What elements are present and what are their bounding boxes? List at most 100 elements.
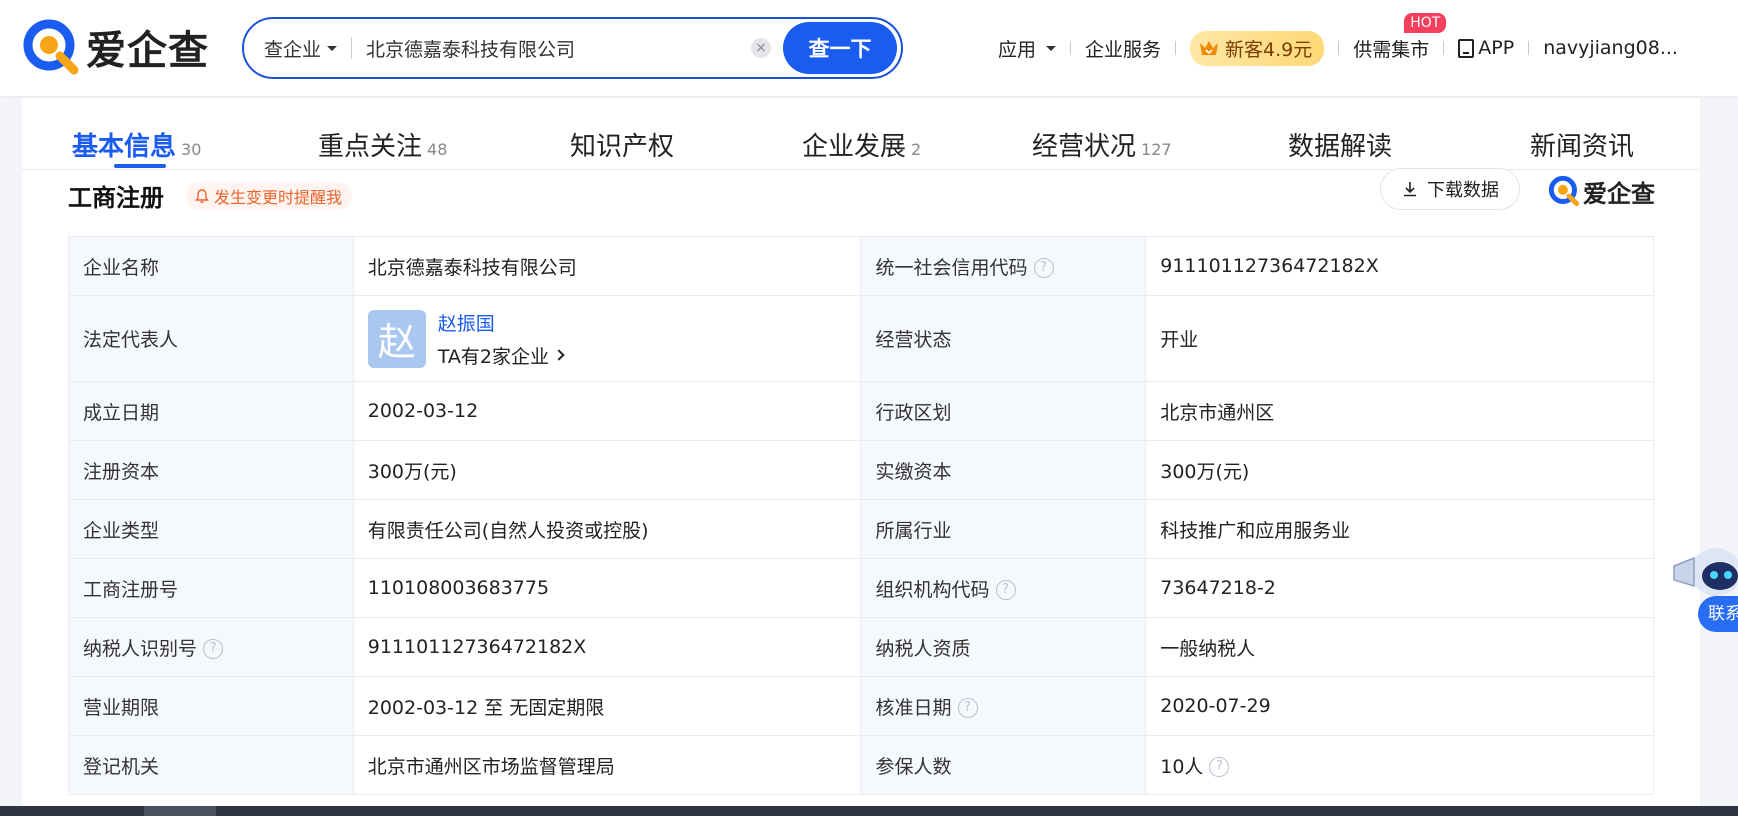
contact-button[interactable]: 联系 <box>1698 596 1738 632</box>
bell-icon <box>195 189 209 203</box>
section-title: 工商注册 <box>68 184 164 212</box>
nav-promo-badge[interactable]: 新客4.9元 <box>1190 30 1325 66</box>
tab-data-insights[interactable]: 数据解读 <box>1288 126 1392 163</box>
table-row: 纳税人识别号? 91110112736472182X 纳税人资质 一般纳税人 <box>68 617 1654 677</box>
field-label-text: 统一社会信用代码 <box>875 256 1028 279</box>
field-value: 91110112736472182X <box>352 617 862 677</box>
nav-apps[interactable]: 应用 <box>998 35 1057 62</box>
field-value: 10人? <box>1145 735 1654 795</box>
legal-rep-companies-link[interactable]: TA有2家企业 <box>437 342 565 369</box>
avatar[interactable]: 赵 <box>367 309 426 368</box>
field-label-text: 纳税人识别号 <box>83 637 198 660</box>
market-label: 供需集市 <box>1353 38 1430 61</box>
tab-label: 重点关注 <box>318 132 423 162</box>
tab-label: 企业发展 <box>802 132 907 162</box>
hot-badge: HOT <box>1404 12 1447 33</box>
download-data-button[interactable]: 下载数据 <box>1380 168 1520 210</box>
help-icon[interactable]: ? <box>995 580 1016 600</box>
table-row: 成立日期 2002-03-12 行政区划 北京市通州区 <box>68 381 1654 441</box>
company-card: 基本信息 30 重点关注 48 知识产权 企业发展 2 经营状况 127 数据解读 新闻… <box>22 98 1700 816</box>
field-label: 统一社会信用代码? <box>860 236 1147 296</box>
remind-label: 发生变更时提醒我 <box>214 188 343 207</box>
field-value: 73647218-2 <box>1145 558 1654 618</box>
caret-down-icon <box>1046 45 1057 51</box>
tab-news[interactable]: 新闻资讯 <box>1530 126 1634 163</box>
scrollbar-thumb[interactable] <box>144 806 216 816</box>
field-value: 有限责任公司(自然人投资或控股) <box>352 499 862 559</box>
field-label: 企业类型 <box>68 499 354 559</box>
tab-count: 30 <box>181 140 202 159</box>
field-label: 工商注册号 <box>68 558 354 618</box>
help-icon[interactable]: ? <box>957 698 978 718</box>
nav-divider <box>1528 41 1530 55</box>
tab-label: 知识产权 <box>570 132 675 162</box>
search-box: 查企业 × 查一下 <box>242 17 903 79</box>
table-row: 营业期限 2002-03-12 至 无固定期限 核准日期? 2020-07-29 <box>68 676 1654 736</box>
field-value: 91110112736472182X <box>1145 236 1654 296</box>
tab-operations[interactable]: 经营状况 127 <box>1032 126 1172 163</box>
field-value: 科技推广和应用服务业 <box>1145 499 1654 559</box>
business-registration-table: 企业名称 北京德嘉泰科技有限公司 统一社会信用代码? 9111011273647… <box>68 236 1654 795</box>
field-label: 核准日期? <box>860 676 1147 736</box>
field-value: 一般纳税人 <box>1145 617 1654 677</box>
help-icon[interactable]: ? <box>203 639 224 659</box>
top-nav: 应用 企业服务 新客4.9元 供需集市 HOT APP navyjiang08.… <box>998 12 1678 68</box>
table-row: 企业类型 有限责任公司(自然人投资或控股) 所属行业 科技推广和应用服务业 <box>68 499 1654 559</box>
nav-divider <box>1070 41 1072 55</box>
field-value: 300万(元) <box>1145 440 1654 500</box>
nav-app[interactable]: APP <box>1458 37 1514 59</box>
promo-label: 新客4.9元 <box>1225 38 1313 61</box>
field-label: 所属行业 <box>860 499 1147 559</box>
help-icon[interactable]: ? <box>1209 757 1230 777</box>
search-button[interactable]: 查一下 <box>783 22 897 74</box>
tab-bar: 基本信息 30 重点关注 48 知识产权 企业发展 2 经营状况 127 数据解读 新闻… <box>22 98 1700 170</box>
table-row: 企业名称 北京德嘉泰科技有限公司 统一社会信用代码? 9111011273647… <box>68 236 1654 296</box>
change-remind-button[interactable]: 发生变更时提醒我 <box>186 182 353 210</box>
field-value: 2002-03-12 <box>352 381 862 441</box>
tab-count: 127 <box>1141 140 1172 159</box>
download-label: 下载数据 <box>1427 180 1499 201</box>
tab-development[interactable]: 企业发展 2 <box>802 126 921 163</box>
clear-search-icon[interactable]: × <box>751 38 771 58</box>
help-icon[interactable]: ? <box>1033 258 1054 278</box>
field-label: 参保人数 <box>860 735 1147 795</box>
top-header: 爱企查 查企业 × 查一下 应用 企业服务 新客4.9元 供需集市 HOT <box>0 0 1738 96</box>
nav-divider <box>1175 41 1177 55</box>
tab-key-focus[interactable]: 重点关注 48 <box>318 126 447 163</box>
field-label: 注册资本 <box>68 440 354 500</box>
search-type-select[interactable]: 查企业 <box>244 19 338 77</box>
field-label: 纳税人识别号? <box>68 617 354 677</box>
field-value: 2020-07-29 <box>1145 676 1654 736</box>
tab-ip[interactable]: 知识产权 <box>570 126 674 163</box>
field-label: 组织机构代码? <box>860 558 1147 618</box>
tab-basic-info[interactable]: 基本信息 30 <box>72 126 201 163</box>
legal-rep-name-link[interactable]: 赵振国 <box>438 309 563 336</box>
legal-rep: 赵 赵振国 TA有2家企业 <box>367 309 847 369</box>
nav-user-account[interactable]: navyjiang08... <box>1543 37 1678 59</box>
section-logo: 爱企查 <box>1548 174 1655 208</box>
field-label: 经营状态 <box>860 295 1147 382</box>
nav-enterprise-services[interactable]: 企业服务 <box>1085 35 1161 62</box>
legal-rep-companies-label: TA有2家企业 <box>437 345 549 368</box>
field-value: 北京市通州区 <box>1145 381 1654 441</box>
horizontal-scrollbar[interactable] <box>0 806 1738 816</box>
site-logo[interactable]: 爱企查 <box>22 18 209 76</box>
field-label: 法定代表人 <box>68 295 354 382</box>
field-label: 登记机关 <box>68 735 354 795</box>
field-value: 北京德嘉泰科技有限公司 <box>352 236 862 296</box>
field-label: 成立日期 <box>68 381 354 441</box>
logo-q-icon <box>1548 175 1580 207</box>
field-label: 企业名称 <box>68 236 354 296</box>
field-value: 2002-03-12 至 无固定期限 <box>352 676 862 736</box>
app-label: APP <box>1478 37 1515 59</box>
active-tab-indicator <box>114 164 166 168</box>
nav-market[interactable]: 供需集市 HOT <box>1353 12 1447 62</box>
field-value-text: 10人 <box>1160 755 1204 778</box>
table-row: 注册资本 300万(元) 实缴资本 300万(元) <box>68 440 1654 500</box>
search-divider <box>351 37 353 59</box>
search-type-label: 查企业 <box>264 38 322 61</box>
search-input[interactable] <box>366 37 751 59</box>
download-icon <box>1404 182 1416 197</box>
field-label-text: 组织机构代码 <box>875 578 990 601</box>
nav-divider <box>1338 41 1340 55</box>
